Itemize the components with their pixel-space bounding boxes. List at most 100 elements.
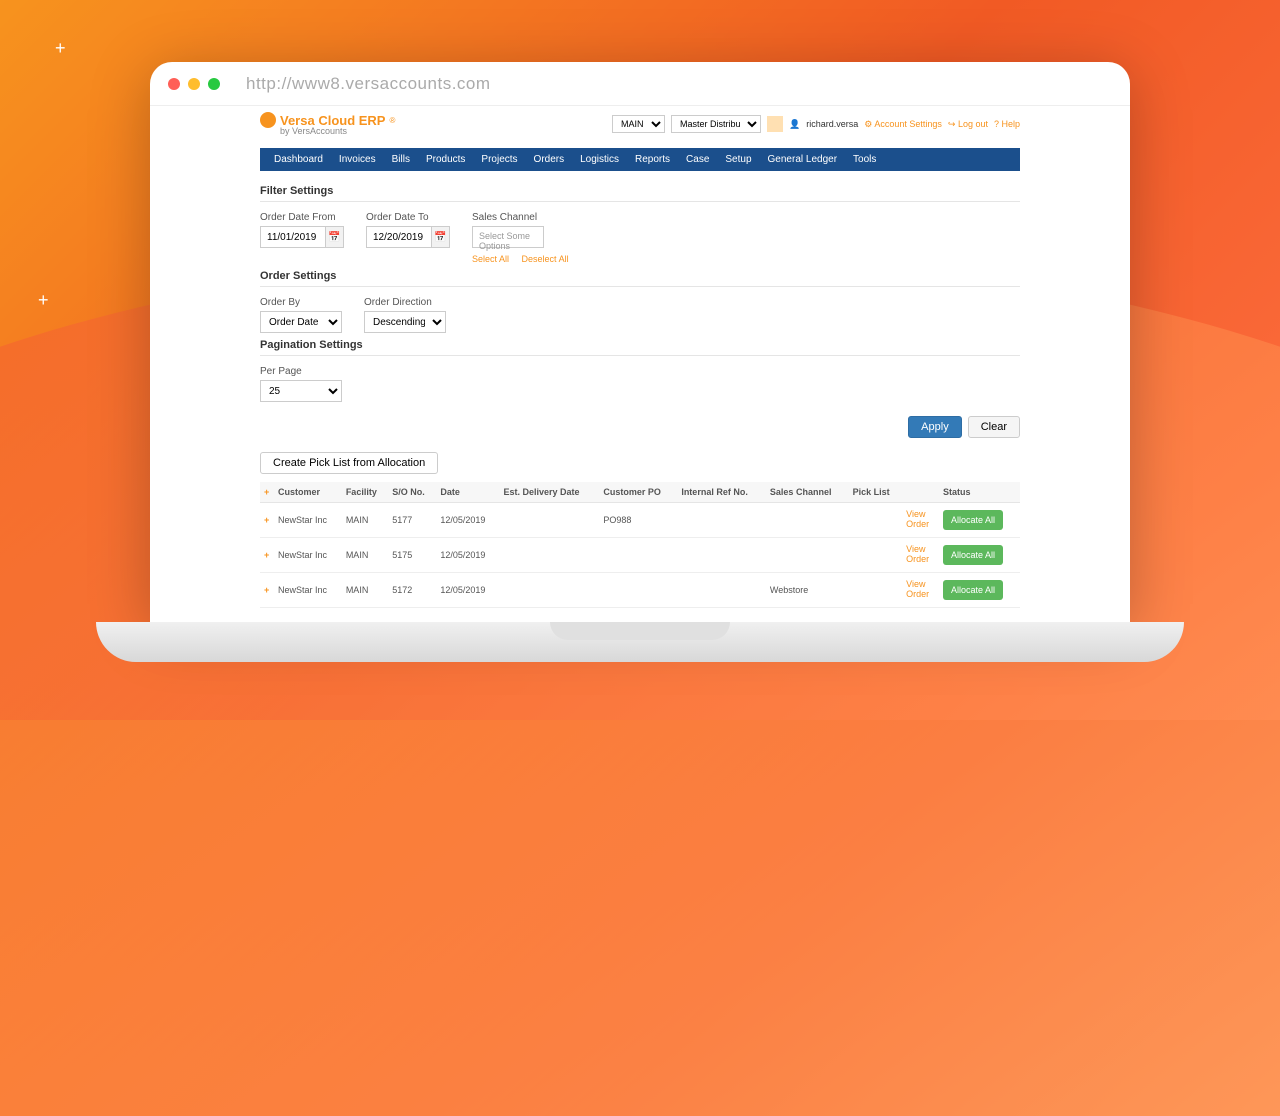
cell-facility: MAIN <box>342 573 388 608</box>
allocate-all-button[interactable]: Allocate All <box>943 580 1003 600</box>
cell-internal-ref <box>677 538 766 573</box>
cell-sales-channel: Webstore <box>766 573 849 608</box>
sales-channel-select[interactable]: Select Some Options <box>472 226 544 248</box>
order-date-to-label: Order Date To <box>366 212 450 223</box>
table-header: S/O No. <box>388 482 436 503</box>
cell-pick-list <box>849 573 903 608</box>
cell-customer-po <box>599 538 677 573</box>
logo-subtitle: by VersAccounts <box>280 126 395 136</box>
nav-case[interactable]: Case <box>678 148 717 171</box>
table-header: Customer PO <box>599 482 677 503</box>
per-page-label: Per Page <box>260 366 1020 377</box>
table-header: Internal Ref No. <box>677 482 766 503</box>
nav-projects[interactable]: Projects <box>473 148 525 171</box>
cell-facility: MAIN <box>342 503 388 538</box>
table-header: Status <box>939 482 1020 503</box>
help-link[interactable]: ? Help <box>994 119 1020 129</box>
table-header <box>902 482 939 503</box>
order-date-to-input[interactable] <box>367 232 431 243</box>
nav-setup[interactable]: Setup <box>717 148 759 171</box>
location-select[interactable]: MAIN <box>612 115 665 133</box>
apply-button[interactable]: Apply <box>908 416 962 438</box>
cell-customer-po <box>599 573 677 608</box>
cell-facility: MAIN <box>342 538 388 573</box>
cell-pick-list <box>849 503 903 538</box>
decor-plus: + <box>38 290 49 311</box>
company-select[interactable]: Master Distribution <box>671 115 761 133</box>
nav-logistics[interactable]: Logistics <box>572 148 627 171</box>
cell-customer: NewStar Inc <box>274 538 342 573</box>
cell-sales-channel <box>766 538 849 573</box>
cell-pick-list <box>849 538 903 573</box>
cell-so-no: 5172 <box>388 573 436 608</box>
expand-row-icon[interactable]: + <box>264 515 269 525</box>
minimize-traffic-light[interactable] <box>188 78 200 90</box>
nav-products[interactable]: Products <box>418 148 473 171</box>
cell-date: 12/05/2019 <box>436 538 499 573</box>
calendar-icon[interactable]: 📅 <box>431 227 449 247</box>
clear-button[interactable]: Clear <box>968 416 1020 438</box>
allocate-all-button[interactable]: Allocate All <box>943 545 1003 565</box>
address-bar[interactable]: http://www8.versaccounts.com <box>246 74 491 94</box>
cell-sales-channel <box>766 503 849 538</box>
orders-table: +CustomerFacilityS/O No.DateEst. Deliver… <box>260 482 1020 608</box>
cell-date: 12/05/2019 <box>436 503 499 538</box>
table-row: +NewStar IncMAIN517712/05/2019PO988ViewO… <box>260 503 1020 538</box>
allocate-all-button[interactable]: Allocate All <box>943 510 1003 530</box>
cell-est-delivery <box>499 573 599 608</box>
account-settings-link[interactable]: ⚙ Account Settings <box>864 119 942 130</box>
filter-settings-title: Filter Settings <box>260 185 1020 197</box>
table-header: Facility <box>342 482 388 503</box>
expand-all-icon[interactable]: + <box>264 487 269 497</box>
logo-icon <box>260 112 276 128</box>
cell-so-no: 5175 <box>388 538 436 573</box>
cell-internal-ref <box>677 573 766 608</box>
user-icon: 👤 <box>789 119 800 130</box>
cell-customer: NewStar Inc <box>274 573 342 608</box>
maximize-traffic-light[interactable] <box>208 78 220 90</box>
table-row: + NewStar IncMAIN517212/05/2019 Webstore Vi… <box>260 573 1020 608</box>
order-direction-label: Order Direction <box>364 297 446 308</box>
decor-plus: + <box>55 38 66 59</box>
view-order-link[interactable]: ViewOrder <box>906 580 935 600</box>
cell-est-delivery <box>499 503 599 538</box>
nav-tools[interactable]: Tools <box>845 148 884 171</box>
order-date-from-label: Order Date From <box>260 212 344 223</box>
cell-customer: NewStar Inc <box>274 503 342 538</box>
order-by-label: Order By <box>260 297 342 308</box>
avatar[interactable] <box>767 116 783 132</box>
order-settings-title: Order Settings <box>260 270 1020 282</box>
view-order-link[interactable]: ViewOrder <box>906 510 935 530</box>
cell-internal-ref <box>677 503 766 538</box>
order-date-from-input[interactable] <box>261 232 325 243</box>
deselect-all-link[interactable]: Deselect All <box>522 254 569 264</box>
nav-bills[interactable]: Bills <box>384 148 418 171</box>
nav-invoices[interactable]: Invoices <box>331 148 384 171</box>
cell-date: 12/05/2019 <box>436 573 499 608</box>
nav-dashboard[interactable]: Dashboard <box>266 148 331 171</box>
order-direction-select[interactable]: Descending <box>364 311 446 333</box>
table-header: Customer <box>274 482 342 503</box>
order-by-select[interactable]: Order Date <box>260 311 342 333</box>
cell-est-delivery <box>499 538 599 573</box>
close-traffic-light[interactable] <box>168 78 180 90</box>
nav-general-ledger[interactable]: General Ledger <box>760 148 846 171</box>
sales-channel-label: Sales Channel <box>472 212 579 223</box>
nav-reports[interactable]: Reports <box>627 148 678 171</box>
nav-orders[interactable]: Orders <box>526 148 573 171</box>
expand-row-icon[interactable]: + <box>264 550 269 560</box>
calendar-icon[interactable]: 📅 <box>325 227 343 247</box>
select-all-link[interactable]: Select All <box>472 254 509 264</box>
expand-row-icon[interactable]: + <box>264 585 269 595</box>
table-header: Est. Delivery Date <box>499 482 599 503</box>
table-row: + NewStar IncMAIN517512/05/2019 ViewOrder A… <box>260 538 1020 573</box>
view-order-link[interactable]: ViewOrder <box>906 545 935 565</box>
create-pick-list-button[interactable]: Create Pick List from Allocation <box>260 452 438 474</box>
per-page-select[interactable]: 25 <box>260 380 342 402</box>
cell-so-no: 5177 <box>388 503 436 538</box>
pagination-settings-title: Pagination Settings <box>260 339 1020 351</box>
table-header: + <box>260 482 274 503</box>
table-header: Sales Channel <box>766 482 849 503</box>
table-header: Pick List <box>849 482 903 503</box>
logout-link[interactable]: ↪ Log out <box>948 119 988 130</box>
